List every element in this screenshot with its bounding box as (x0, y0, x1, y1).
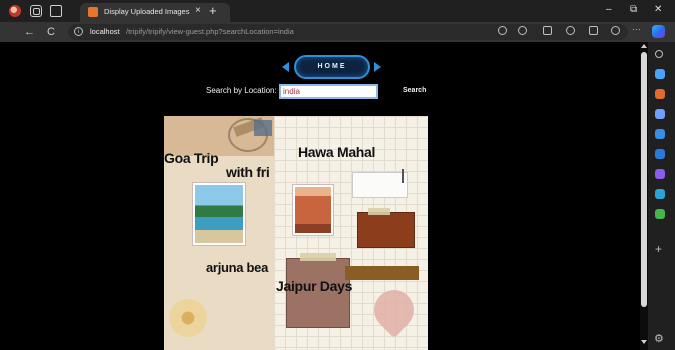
page-scrollbar[interactable] (640, 42, 648, 350)
search-location-label: Search by Location: (206, 86, 277, 95)
tab-favicon-icon (88, 7, 98, 17)
sidebar-search-icon[interactable] (655, 50, 663, 58)
browser-title-bar: Display Uploaded Images × + – ⧉ ✕ (0, 0, 675, 22)
sidebar-shopping-icon[interactable] (655, 69, 665, 79)
favorites-icon[interactable] (566, 26, 575, 35)
hawa-mahal-photo (292, 184, 334, 236)
tab-title: Display Uploaded Images (104, 7, 190, 16)
profile-avatar-icon[interactable] (9, 5, 21, 17)
sidebar-drop-icon[interactable] (655, 189, 665, 199)
brown-tape-strip (345, 266, 419, 280)
brown-note-card (357, 212, 415, 248)
minimize-button[interactable]: – (606, 4, 612, 15)
tab-actions-icon[interactable] (50, 5, 62, 17)
split-screen-icon[interactable] (543, 26, 552, 35)
browser-side-panel: + ⚙ (648, 42, 675, 350)
scroll-down-arrow-icon[interactable] (641, 340, 647, 344)
sidebar-outlook-icon[interactable] (655, 149, 665, 159)
sidebar-games-icon[interactable] (655, 109, 665, 119)
new-tab-button[interactable]: + (209, 4, 217, 17)
read-aloud-icon[interactable] (498, 26, 507, 35)
url-host: localhost (90, 27, 120, 36)
tab-close-icon[interactable]: × (195, 5, 201, 16)
scroll-up-arrow-icon[interactable] (641, 44, 647, 48)
right-arrow-icon (374, 62, 381, 72)
dried-flower-decoration (166, 296, 210, 340)
sidebar-location-icon[interactable] (655, 209, 665, 219)
masking-tape (300, 253, 336, 261)
copilot-icon[interactable] (652, 25, 665, 38)
caption-with-friends: with fri (226, 164, 270, 180)
home-button[interactable]: HOME (294, 55, 370, 79)
search-location-input[interactable] (279, 84, 378, 99)
sidebar-microsoft-365-icon[interactable] (655, 129, 665, 139)
favorite-star-icon[interactable] (518, 26, 527, 35)
search-button[interactable]: Search (403, 87, 426, 94)
goa-beach-photo (192, 182, 246, 246)
restore-button[interactable]: ⧉ (630, 4, 637, 15)
site-info-icon[interactable]: i (74, 27, 83, 36)
page-viewport: HOME Search by Location: Search Goa Trip… (0, 42, 640, 350)
sidebar-tools-icon[interactable] (655, 89, 665, 99)
refresh-button[interactable]: C (47, 25, 55, 39)
browser-tab-active[interactable]: Display Uploaded Images × (80, 3, 230, 22)
masking-tape (368, 208, 390, 215)
note-pin (402, 169, 404, 183)
postage-stamp (254, 120, 272, 136)
workspaces-icon[interactable] (30, 5, 42, 17)
white-note-card (352, 172, 408, 198)
sidebar-add-icon[interactable]: + (655, 243, 662, 255)
more-menu-icon[interactable]: ··· (632, 24, 641, 34)
collections-icon[interactable] (589, 26, 598, 35)
caption-arjuna-beach: arjuna bea (206, 260, 269, 275)
home-button-label: HOME (317, 63, 347, 70)
caption-jaipur-days: Jaipur Days (276, 278, 353, 294)
back-button[interactable]: ← (24, 25, 35, 39)
caption-goa-trip: Goa Trip (164, 150, 219, 166)
browser-essentials-icon[interactable] (611, 26, 620, 35)
home-nav: HOME (282, 55, 382, 79)
sidebar-designer-icon[interactable] (655, 169, 665, 179)
scrollbar-thumb[interactable] (641, 52, 647, 307)
url-path: /tripify/tripify/view-guest.php?searchLo… (126, 27, 294, 36)
caption-hawa-mahal: Hawa Mahal (298, 144, 376, 160)
sidebar-settings-icon[interactable]: ⚙ (654, 332, 664, 345)
left-arrow-icon (282, 62, 289, 72)
uploaded-image-collage: Goa Trip with fri Hawa Mahal arjuna bea … (164, 116, 428, 350)
close-window-button[interactable]: ✕ (654, 4, 662, 15)
browser-address-bar: ← C i localhost /tripify/tripify/view-gu… (0, 22, 675, 42)
